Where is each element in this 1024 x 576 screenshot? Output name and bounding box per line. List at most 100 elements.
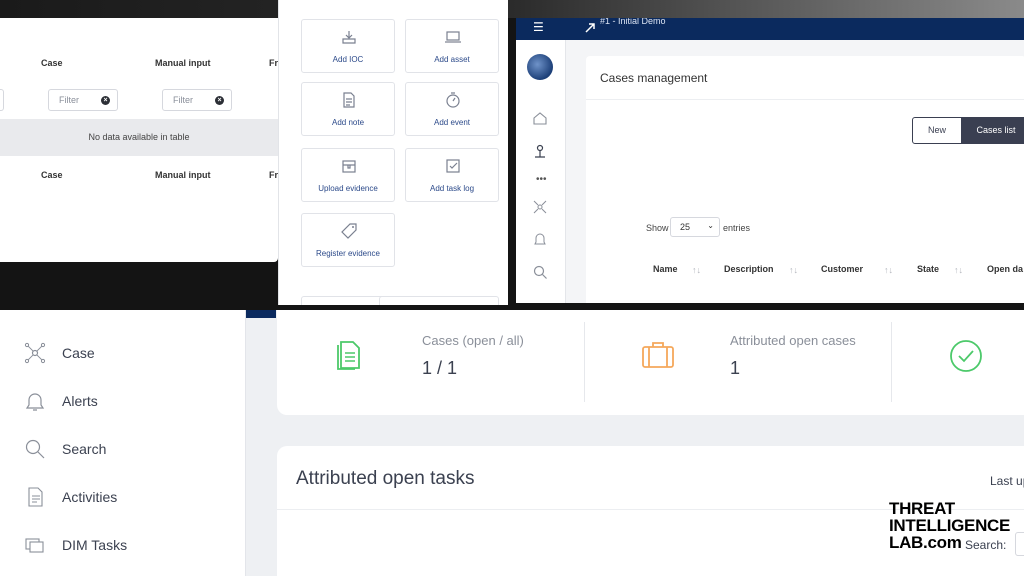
sidebar-item-search[interactable]: Search — [24, 436, 224, 462]
search-input[interactable] — [1015, 532, 1024, 556]
top-navbar: ☰ #1 - Initial Demo — [516, 18, 1024, 40]
column-header-case[interactable]: Case — [41, 58, 63, 68]
tile-label: Add task log — [429, 184, 475, 193]
search-icon — [25, 439, 45, 459]
upload-evidence-tile[interactable]: Upload evidence — [301, 148, 395, 202]
add-event-tile[interactable]: Add event — [405, 82, 499, 136]
tile-label: Add asset — [434, 55, 470, 64]
column-header-open-date[interactable]: Open da — [987, 264, 1023, 274]
logo-line: THREAT — [889, 499, 955, 518]
filter-input-manual-input[interactable]: Filter × — [162, 89, 232, 111]
logo-line: INTELLIGENCE — [889, 516, 1011, 535]
sort-icon[interactable]: ↑↓ — [789, 265, 798, 275]
dashboard-window: Case Alerts Search Activities DIM Tasks … — [0, 310, 1024, 576]
page-size-select[interactable]: 25 ⌄ — [670, 217, 720, 237]
briefcase-icon — [642, 342, 674, 368]
laptop-icon — [445, 31, 461, 43]
tile-label: Upload evidence — [318, 184, 378, 193]
chevron-down-icon: ⌄ — [707, 221, 714, 230]
tile-label: Register evidence — [315, 249, 381, 258]
cases-document-icon — [337, 341, 360, 370]
footer-header-case: Case — [41, 170, 63, 180]
section-title: Attributed open tasks — [296, 468, 475, 489]
cases-stat-label: Cases (open / all) — [422, 333, 524, 348]
show-label: Show — [646, 223, 669, 233]
cases-stat-value: 1 / 1 — [422, 358, 458, 378]
avatar[interactable] — [527, 54, 553, 80]
tile-label: Add IOC — [332, 55, 364, 64]
cases-management-card: Cases management New Cases list Show 25 … — [586, 56, 1024, 303]
empty-table-message: No data available in table — [0, 119, 278, 156]
add-task-log-tile[interactable]: Add task log — [405, 148, 499, 202]
header-accent — [246, 310, 276, 318]
box-icon — [342, 160, 356, 173]
more-icon[interactable]: ••• — [536, 174, 547, 185]
divider — [586, 99, 1024, 100]
menu-icon[interactable]: ☰ — [533, 20, 544, 34]
column-header-fr[interactable]: Fr — [269, 58, 278, 68]
attributed-cases-label: Attributed open cases — [730, 333, 856, 348]
case-flag-icon — [585, 23, 595, 33]
column-header-manual-input[interactable]: Manual input — [155, 58, 211, 68]
footer-header-fr: Fr — [269, 170, 278, 180]
tile-partial[interactable] — [379, 296, 499, 305]
sort-icon[interactable]: ↑↓ — [954, 265, 963, 275]
filter-placeholder: Filter — [173, 95, 193, 105]
filter-input-partial[interactable] — [0, 89, 4, 111]
clear-filter-icon[interactable]: × — [101, 96, 110, 105]
tag-icon — [341, 223, 357, 239]
filter-input-case[interactable]: Filter × — [48, 89, 118, 111]
logo-line: LAB.com — [889, 533, 962, 552]
entries-label: entries — [723, 223, 751, 233]
activities-icon — [28, 487, 43, 507]
cases-list-button[interactable]: Cases list — [961, 117, 1024, 144]
tasks-icon — [25, 538, 44, 553]
network-icon[interactable] — [532, 199, 548, 215]
home-icon[interactable] — [532, 110, 548, 126]
divider — [891, 322, 892, 402]
bell-icon — [25, 393, 45, 411]
sidebar-item-dim-tasks[interactable]: DIM Tasks — [24, 532, 224, 558]
sidebar-item-label: Search — [62, 441, 107, 457]
add-note-tile[interactable]: Add note — [301, 82, 395, 136]
search-icon[interactable] — [532, 264, 548, 280]
note-icon — [343, 92, 355, 108]
watermark-logo: THREAT INTELLIGENCE LAB.com — [889, 500, 1010, 551]
top-gradient-bar — [0, 0, 1024, 18]
ioc-icon — [342, 31, 356, 44]
main-sidebar: Case Alerts Search Activities DIM Tasks — [0, 310, 246, 576]
nav-sidebar: ••• — [516, 40, 566, 303]
new-case-button[interactable]: New — [912, 117, 962, 144]
bell-icon[interactable] — [532, 231, 548, 247]
column-header-name[interactable]: Name — [653, 264, 678, 274]
divider — [584, 322, 585, 402]
add-ioc-tile[interactable]: Add IOC — [301, 19, 395, 73]
sidebar-item-label: Case — [62, 345, 95, 361]
sort-icon[interactable]: ↑↓ — [692, 265, 701, 275]
clear-filter-icon[interactable]: × — [215, 96, 224, 105]
stopwatch-icon — [446, 92, 460, 108]
tile-label: Add event — [433, 118, 471, 127]
sidebar-item-label: Alerts — [62, 393, 98, 409]
checkbox-icon — [446, 159, 460, 173]
check-circle-icon — [950, 340, 982, 372]
add-asset-tile[interactable]: Add asset — [405, 19, 499, 73]
sidebar-item-case[interactable]: Case — [24, 340, 224, 366]
sort-icon[interactable]: ↑↓ — [884, 265, 893, 275]
sidebar-item-activities[interactable]: Activities — [24, 484, 224, 510]
sidebar-item-alerts[interactable]: Alerts — [24, 388, 224, 414]
cases-management-window: ☰ #1 - Initial Demo ••• Cases management… — [516, 18, 1024, 303]
sidebar-item-label: Activities — [62, 489, 118, 505]
column-header-description[interactable]: Description — [724, 264, 774, 274]
manage-icon[interactable] — [532, 143, 548, 159]
register-evidence-tile[interactable]: Register evidence — [301, 213, 395, 267]
evidence-table-panel: Case Manual input Fr Filter × Filter × N… — [0, 18, 278, 262]
column-header-customer[interactable]: Customer — [821, 264, 863, 274]
quick-actions-panel: Add IOC Add asset Add note Add event Upl… — [278, 0, 508, 305]
stats-card: Cases (open / all) 1 / 1 Attributed open… — [277, 310, 1024, 415]
filter-placeholder: Filter — [59, 95, 79, 105]
case-breadcrumb[interactable]: #1 - Initial Demo — [600, 18, 666, 26]
column-header-state[interactable]: State — [917, 264, 939, 274]
tile-label: Add note — [331, 118, 365, 127]
page-size-value: 25 — [680, 222, 691, 232]
